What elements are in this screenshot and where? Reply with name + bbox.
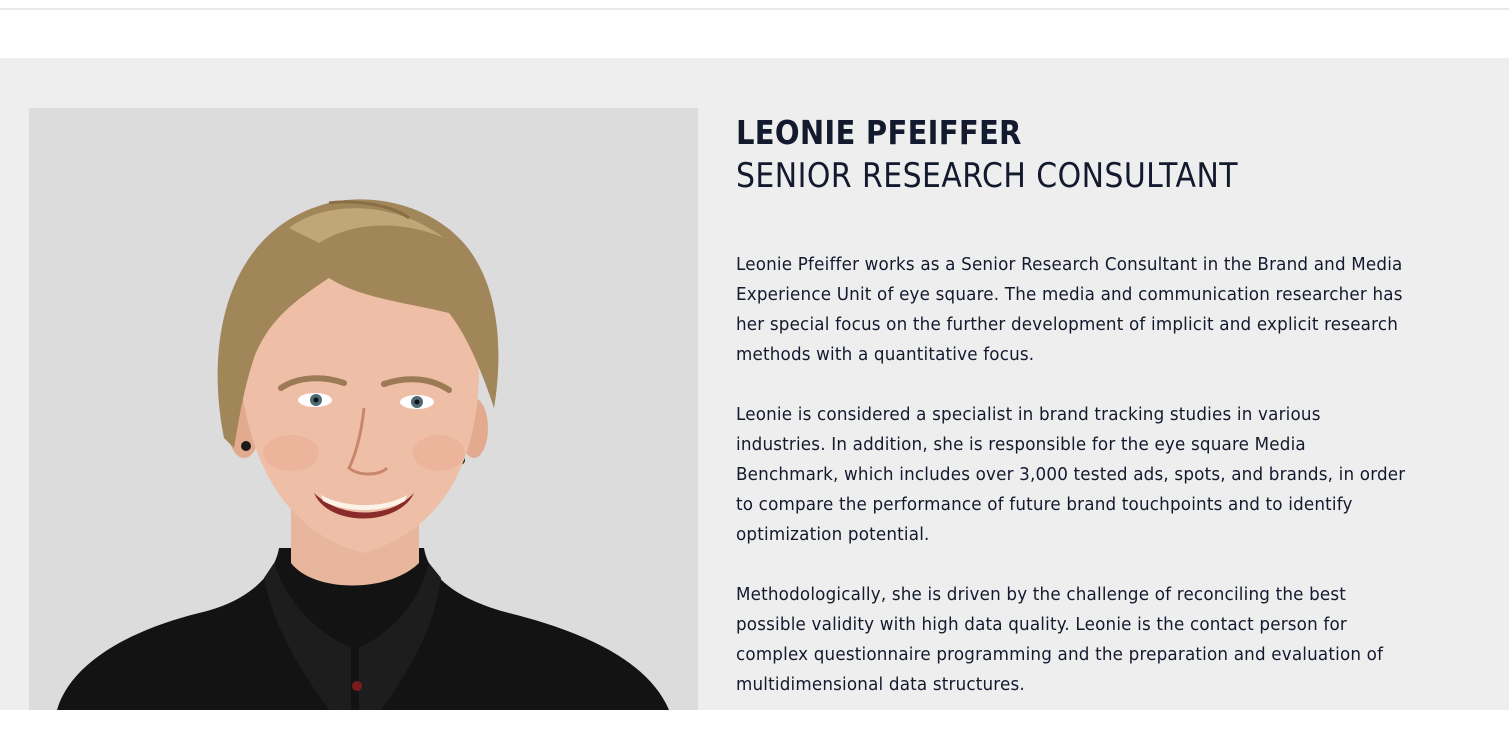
person-name: LEONIE PFEIFFER (736, 113, 1022, 152)
person-role: SENIOR RESEARCH CONSULTANT (736, 156, 1238, 196)
profile-content: LEONIE PFEIFFER SENIOR RESEARCH CONSULTA… (736, 113, 1426, 730)
team-member-section: LEONIE PFEIFFER SENIOR RESEARCH CONSULTA… (0, 58, 1509, 710)
profile-photo (29, 108, 698, 710)
bio-paragraph: Leonie is considered a specialist in bra… (736, 404, 1406, 545)
top-header-bar (0, 0, 1509, 10)
bio-paragraph: Leonie Pfeiffer works as a Senior Resear… (736, 254, 1403, 365)
bio-paragraph: Methodologically, she is driven by the c… (736, 584, 1384, 695)
person-bio: Leonie Pfeiffer works as a Senior Resear… (736, 250, 1416, 700)
portrait-photo-icon (57, 199, 669, 710)
